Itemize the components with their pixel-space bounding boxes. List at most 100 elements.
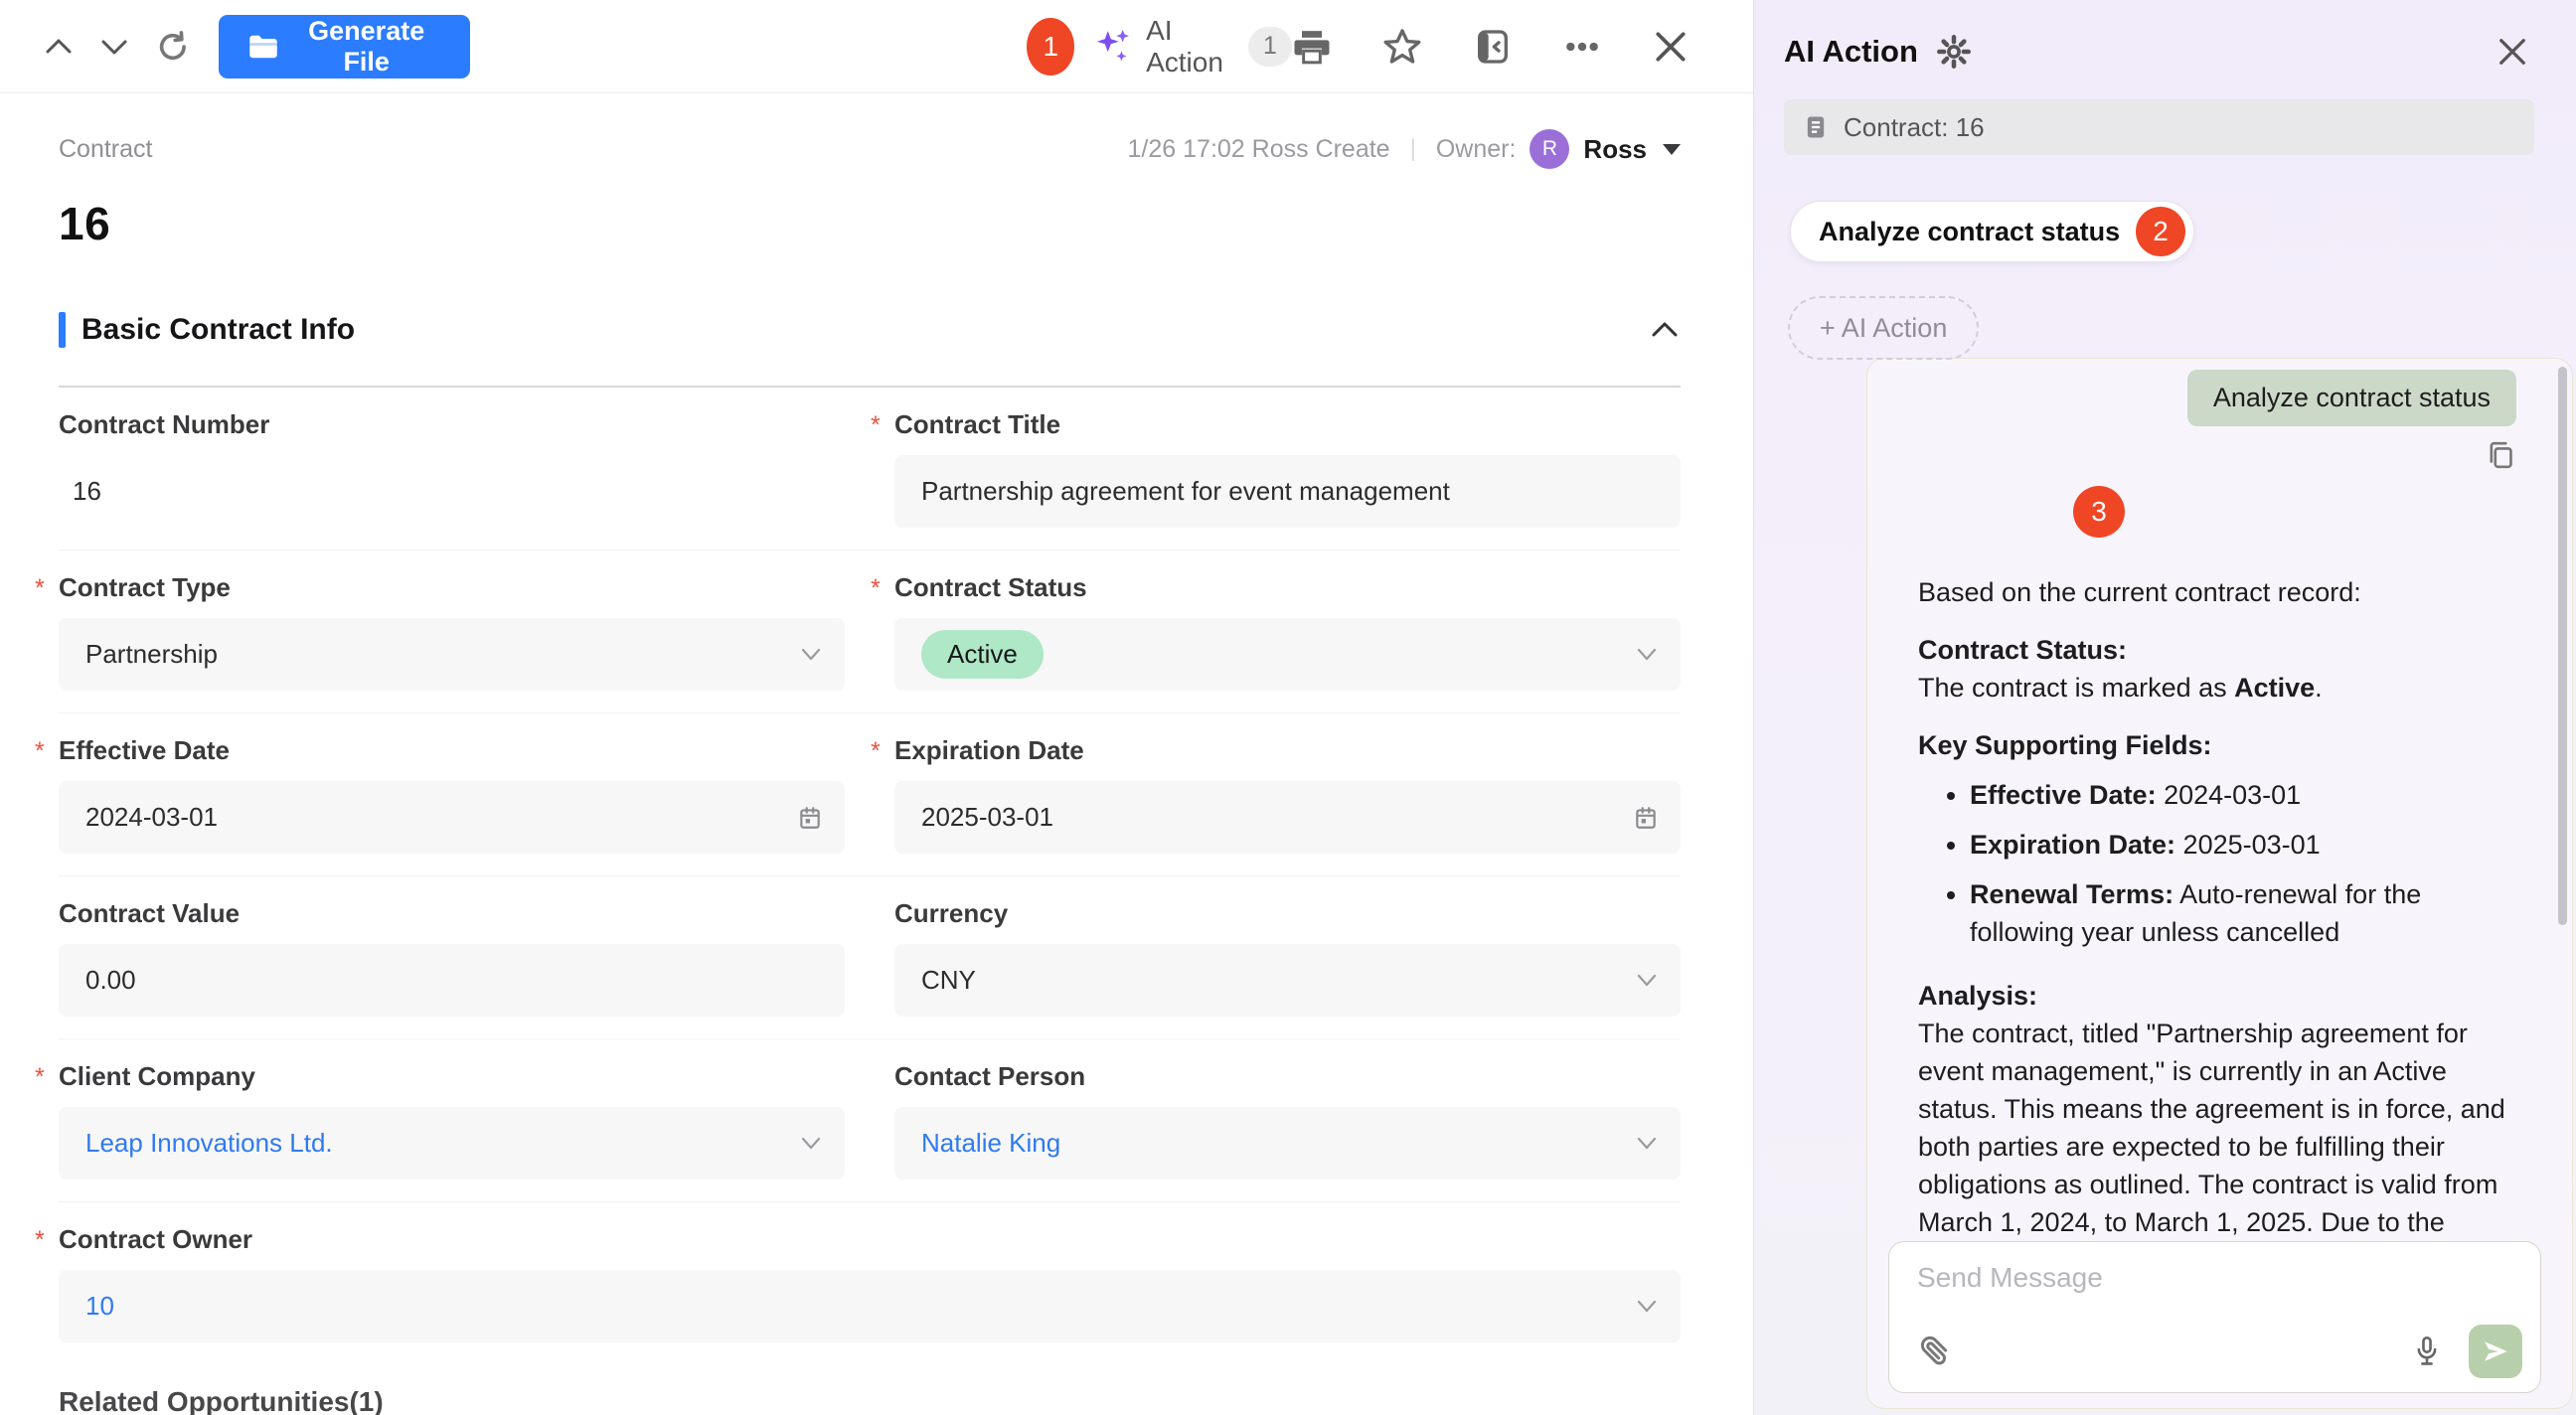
bullet-renewal-terms: Renewal Terms: Auto-renewal for the foll… (1970, 875, 2516, 951)
expiration-date-input[interactable]: 2025-03-01 (894, 781, 1681, 854)
contract-value-input[interactable]: 0.00 (59, 944, 845, 1017)
panel-close-icon[interactable] (2495, 34, 2530, 70)
required-mark: * (35, 1063, 45, 1092)
form-row: *Client Company Leap Innovations Ltd. Co… (59, 1038, 1681, 1201)
field-expiration-date: *Expiration Date 2025-03-01 (894, 733, 1681, 854)
prev-record-button[interactable] (44, 36, 74, 58)
ai-chat-area: Analyze contract status 3 Based on the c… (1866, 358, 2573, 1409)
step-marker-1: 1 (1027, 18, 1074, 76)
response-bullet-list: Effective Date: 2024-03-01 Expiration Da… (1918, 776, 2516, 951)
field-contract-title: *Contract Title Partnership agreement fo… (894, 407, 1681, 528)
contract-type-select[interactable]: Partnership (59, 618, 845, 691)
field-label: *Contract Type (59, 570, 845, 604)
attachment-icon[interactable] (1915, 1334, 1951, 1369)
ai-panel-title: AI Action (1784, 34, 1918, 70)
app-window: Generate File 1 AI Action 1 (0, 0, 2576, 1415)
user-message-bubble: Analyze contract status (2187, 370, 2516, 426)
response-fields-heading: Key Supporting Fields: (1918, 730, 2212, 760)
calendar-icon (797, 805, 823, 831)
required-mark: * (35, 574, 45, 603)
field-label: Contract Number (59, 407, 845, 441)
form-row: Contract Value 0.00 Currency CNY (59, 875, 1681, 1038)
field-client-company: *Client Company Leap Innovations Ltd. (59, 1059, 845, 1179)
field-label: *Client Company (59, 1059, 845, 1093)
copy-icon[interactable] (2485, 438, 2516, 472)
more-options-button[interactable] (1562, 27, 1602, 67)
required-mark: * (871, 411, 881, 440)
contract-owner-link[interactable]: 10 (85, 1291, 114, 1322)
field-label: *Contract Title (894, 407, 1681, 441)
toolbar: Generate File 1 AI Action 1 (0, 0, 1753, 93)
step-marker-3: 3 (2073, 486, 2125, 538)
owner-avatar: R (1530, 129, 1569, 169)
field-contract-owner: *Contract Owner 10 (59, 1222, 1681, 1342)
created-info: 1/26 17:02 Ross Create (1128, 135, 1390, 164)
field-label: *Expiration Date (894, 733, 1681, 767)
send-button[interactable] (2469, 1325, 2522, 1378)
field-contract-value: Contract Value 0.00 (59, 896, 845, 1017)
microphone-icon[interactable] (2411, 1335, 2443, 1368)
generate-file-button[interactable]: Generate File (219, 15, 470, 79)
required-mark: * (35, 1226, 45, 1255)
field-label: Contact Person (894, 1059, 1681, 1093)
owner-name[interactable]: Ross (1583, 134, 1647, 165)
print-button[interactable] (1292, 27, 1332, 67)
chat-scrollbar[interactable] (2558, 367, 2567, 925)
chevron-down-icon (799, 1136, 823, 1152)
contract-detail-main: Generate File 1 AI Action 1 (0, 0, 1753, 1415)
contact-person-select[interactable]: Natalie King (894, 1107, 1681, 1179)
field-effective-date: *Effective Date 2024-03-01 (59, 733, 845, 854)
ai-action-label: AI Action (1146, 15, 1236, 79)
sparkles-icon (1092, 26, 1134, 68)
calendar-icon (1633, 805, 1659, 831)
contract-status-select[interactable]: Active (894, 618, 1681, 691)
owner-caret-icon[interactable] (1663, 144, 1681, 155)
field-label: *Contract Owner (59, 1222, 1681, 1256)
contract-value-value: 0.00 (85, 965, 136, 996)
client-company-select[interactable]: Leap Innovations Ltd. (59, 1107, 845, 1179)
folder-icon (248, 34, 278, 60)
form-row: Contract Number 16 *Contract Title Partn… (59, 388, 1681, 550)
record-meta: 1/26 17:02 Ross Create | Owner: R Ross (1128, 129, 1681, 169)
field-contract-status: *Contract Status Active (894, 570, 1681, 691)
collapse-panel-icon[interactable] (1473, 27, 1513, 67)
contract-number-value: 16 (59, 455, 845, 528)
section-collapse-chevron[interactable] (1649, 319, 1681, 341)
context-chip-label: Contract: 16 (1844, 112, 1985, 143)
context-chip: Contract: 16 (1784, 99, 2534, 155)
next-record-button[interactable] (99, 36, 129, 58)
bullet-expiration-date: Expiration Date: 2025-03-01 (1970, 826, 2516, 864)
contract-owner-select[interactable]: 10 (59, 1270, 1681, 1342)
step-marker-2: 2 (2136, 207, 2185, 256)
refresh-button[interactable] (155, 29, 191, 65)
analyze-contract-status-button[interactable]: Analyze contract status 2 (1790, 201, 2194, 262)
ai-action-entry[interactable]: 1 AI Action 1 (1027, 15, 1292, 79)
effective-date-value: 2024-03-01 (85, 802, 218, 833)
section-accent-bar (59, 312, 66, 348)
contact-person-link[interactable]: Natalie King (921, 1128, 1060, 1159)
generate-file-label: Generate File (292, 16, 440, 78)
bullet-effective-date: Effective Date: 2024-03-01 (1970, 776, 2516, 814)
gear-icon[interactable] (1936, 34, 1972, 70)
contract-type-value: Partnership (85, 639, 218, 670)
client-company-link[interactable]: Leap Innovations Ltd. (85, 1128, 333, 1159)
currency-select[interactable]: CNY (894, 944, 1681, 1017)
chevron-down-icon (1635, 1136, 1659, 1152)
contract-title-input[interactable]: Partnership agreement for event manageme… (894, 455, 1681, 528)
close-record-button[interactable] (1652, 28, 1690, 66)
chevron-down-icon (1635, 973, 1659, 989)
field-contract-number: Contract Number 16 (59, 407, 845, 528)
effective-date-input[interactable]: 2024-03-01 (59, 781, 845, 854)
add-ai-action-button[interactable]: + AI Action (1788, 296, 1979, 360)
meta-divider: | (1410, 135, 1416, 163)
form-row: *Effective Date 2024-03-01 *Expiration D… (59, 712, 1681, 875)
response-intro: Based on the current contract record: (1918, 573, 2516, 611)
contract-title-value: Partnership agreement for event manageme… (921, 476, 1450, 507)
toolbar-icons (1292, 26, 1713, 68)
document-icon (1802, 113, 1830, 141)
field-label: Contract Value (59, 896, 845, 930)
currency-value: CNY (921, 965, 976, 996)
favorite-star-button[interactable] (1381, 26, 1423, 68)
send-message-input[interactable] (1917, 1262, 2512, 1294)
page-title: 16 (59, 197, 1681, 250)
